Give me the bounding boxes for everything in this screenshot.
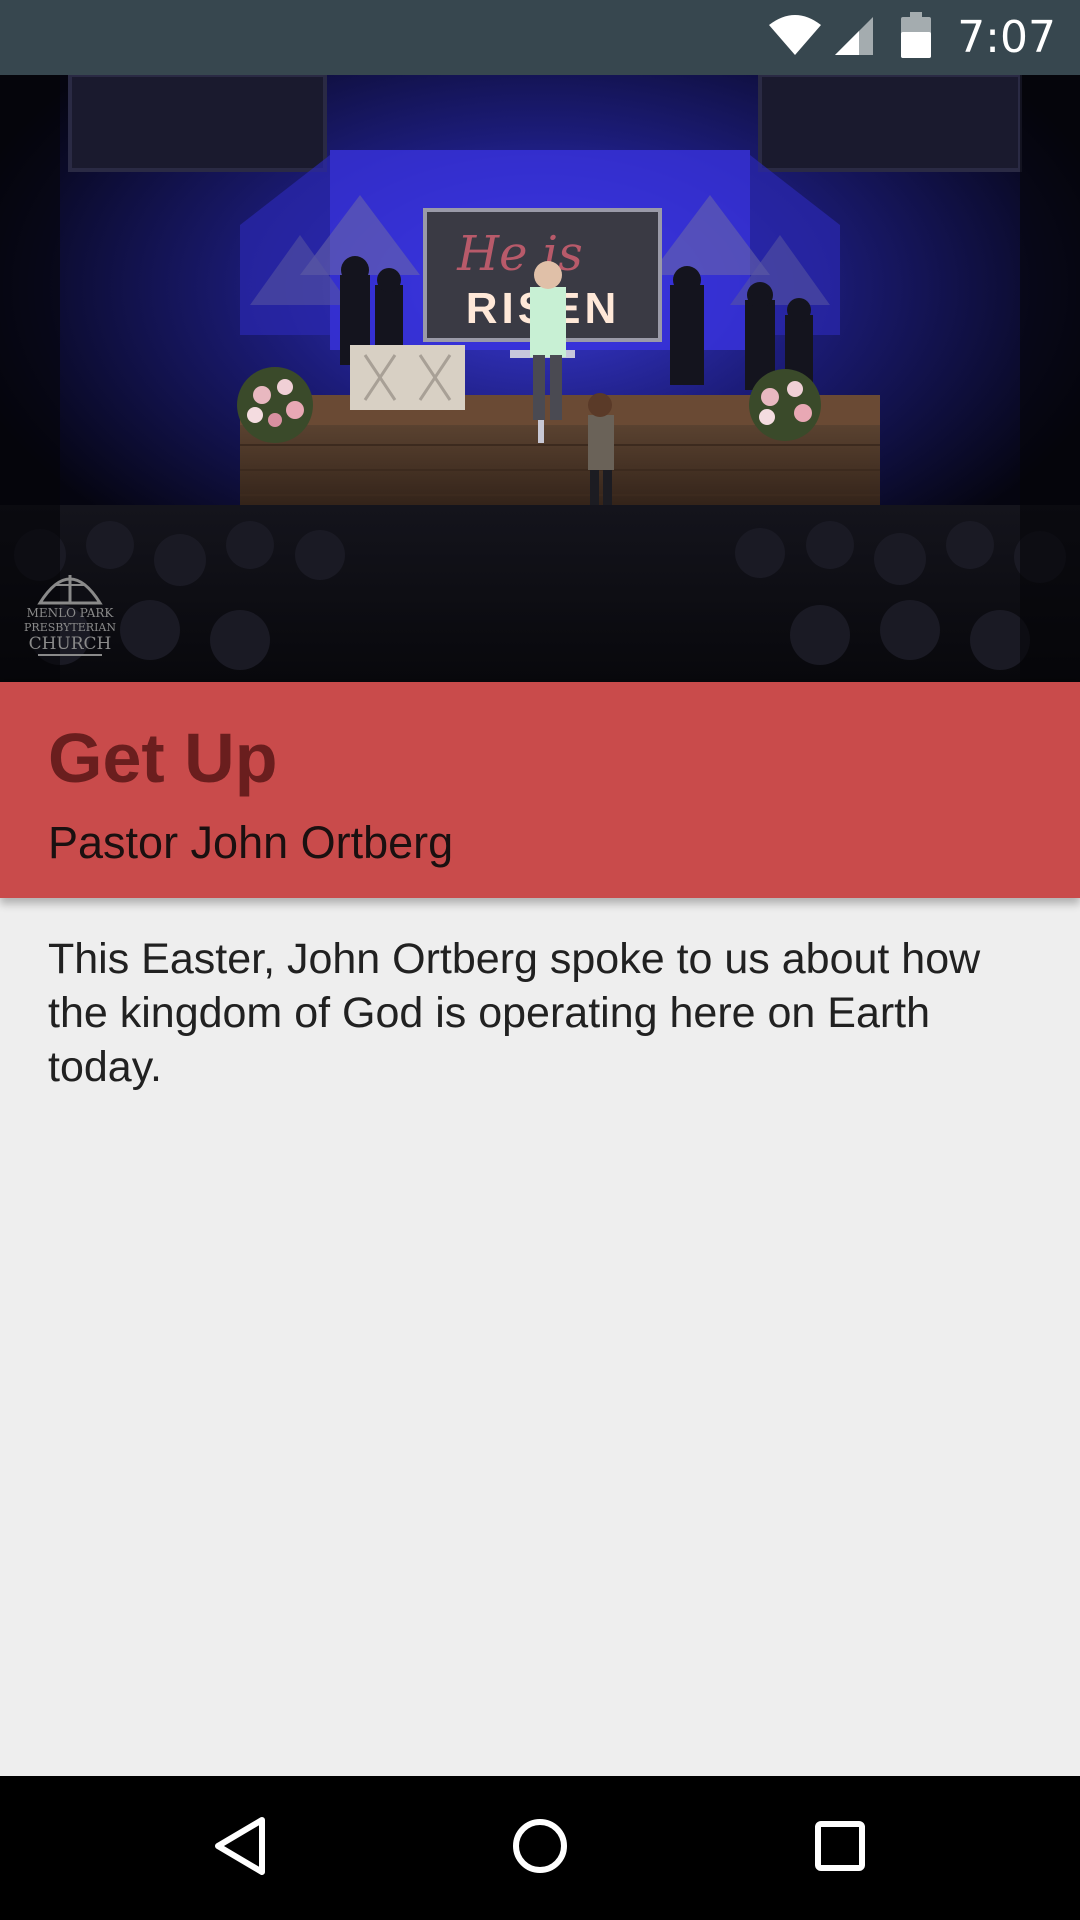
sermon-video-frame: He is RISEN [0,75,1080,682]
status-time: 7:07 [957,12,1056,63]
recents-icon [814,1820,866,1877]
back-icon [210,1815,270,1882]
backdrop-text-top: He is [456,226,583,282]
svg-text:MENLO PARK: MENLO PARK [27,606,115,620]
home-icon [510,1816,570,1881]
status-icons: 7:07 [767,0,1056,75]
svg-text:PRESBYTERIAN: PRESBYTERIAN [24,621,116,634]
sermon-detail-screen: 7:07 He is MENLO PARK PRESBYTERIAN CHURC… [0,0,1080,1920]
svg-text:CHURCH: CHURCH [29,634,112,654]
recents-button[interactable] [790,1798,890,1898]
wifi-icon [767,13,823,62]
status-bar: 7:07 [0,0,1080,75]
sermon-description: This Easter, John Ortberg spoke to us ab… [48,935,981,1091]
sermon-title: Get Up [48,719,278,797]
home-button[interactable] [490,1798,590,1898]
sermon-video[interactable]: He is RISEN [0,75,1080,682]
battery-icon [901,12,932,63]
back-button[interactable] [190,1798,290,1898]
navigation-bar [0,1776,1080,1920]
speaker-name: Pastor John Ortberg [48,817,454,868]
cell-signal-icon [831,13,875,62]
